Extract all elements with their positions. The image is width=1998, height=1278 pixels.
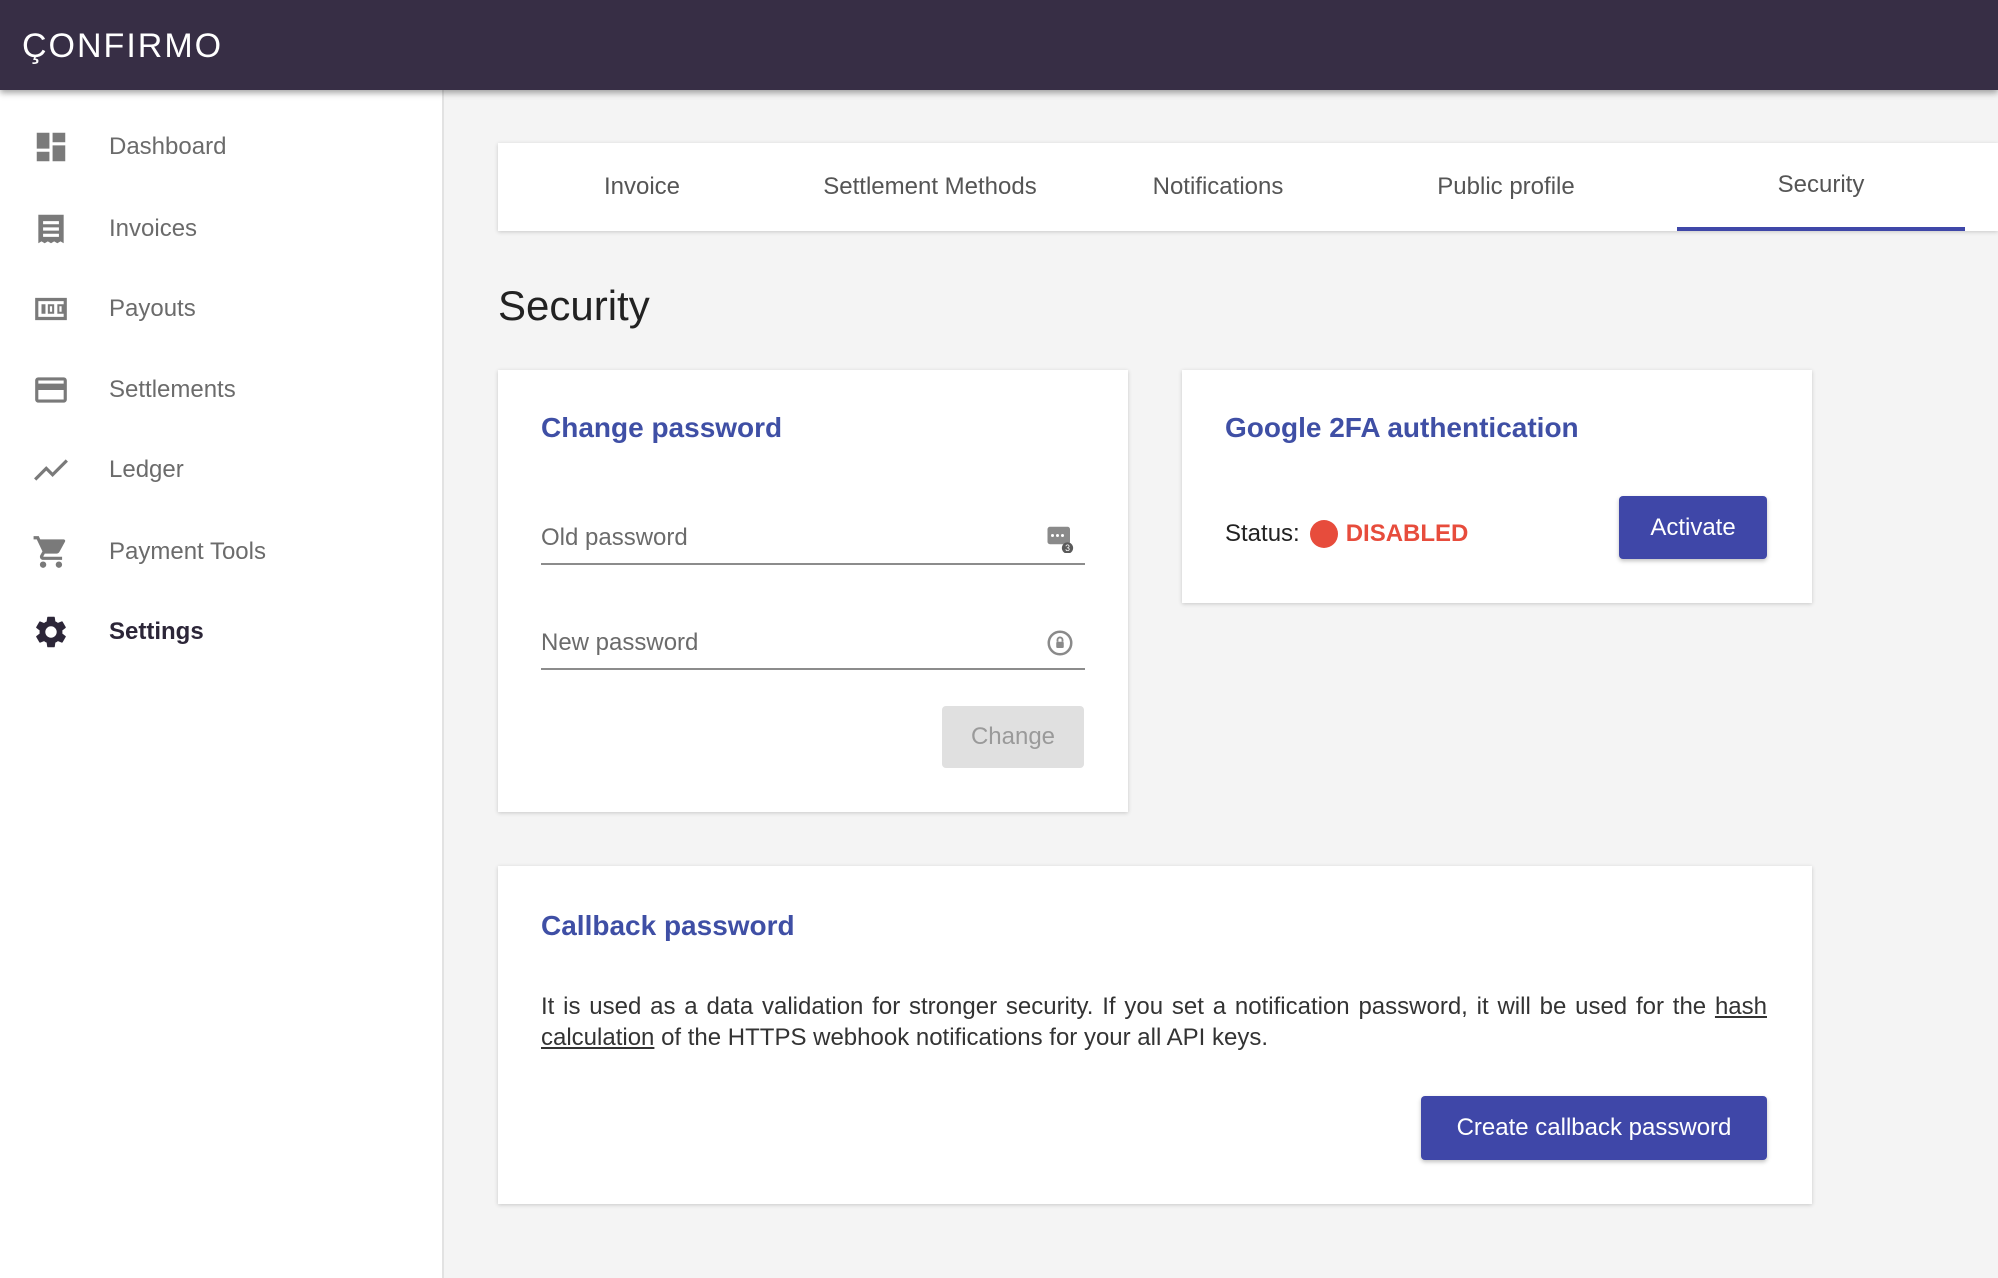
sidebar-item-label: Dashboard (109, 133, 227, 160)
sidebar-item-label: Settlements (109, 376, 236, 403)
tab-security[interactable]: Security (1677, 143, 1965, 231)
svg-text:3: 3 (1065, 543, 1070, 553)
create-callback-password-button[interactable]: Create callback password (1421, 1096, 1767, 1160)
old-password-field[interactable]: 3 (541, 515, 1085, 565)
credit-card-icon (32, 371, 70, 409)
change-password-title: Change password (541, 412, 783, 443)
callback-password-title: Callback password (541, 910, 795, 941)
callback-description: It is used as a data validation for stro… (541, 991, 1767, 1053)
sidebar-item-label: Settings (109, 618, 204, 645)
change-password-button[interactable]: Change (942, 706, 1084, 768)
receipt-icon (32, 210, 70, 248)
sidebar-item-ledger[interactable]: Ledger (0, 435, 444, 505)
sidebar-item-settlements[interactable]: Settlements (0, 355, 444, 425)
activate-2fa-button[interactable]: Activate (1619, 496, 1767, 559)
new-password-input[interactable] (541, 620, 1041, 666)
sidebar-item-label: Ledger (109, 456, 184, 483)
money-icon (32, 290, 70, 328)
callback-password-card: Callback password It is used as a data v… (498, 866, 1812, 1204)
lock-refresh-icon[interactable] (1045, 628, 1075, 658)
old-password-input[interactable] (541, 515, 1041, 561)
new-password-field[interactable] (541, 620, 1085, 670)
tab-invoice[interactable]: Invoice (498, 143, 786, 231)
change-password-card: Change password 3 Change (498, 370, 1128, 812)
status-badge: DISABLED (1345, 520, 1469, 547)
sidebar-item-invoices[interactable]: Invoices (0, 194, 444, 264)
settings-tabs: Invoice Settlement Methods Notifications… (498, 143, 1998, 231)
status-dot-icon (1309, 520, 1338, 548)
sidebar-item-label: Invoices (109, 215, 198, 242)
sidebar-item-payouts[interactable]: Payouts (0, 274, 444, 344)
trending-line-icon (32, 451, 70, 489)
status-label: Status: (1225, 520, 1300, 547)
sidebar-item-label: Payment Tools (109, 538, 266, 565)
cart-icon (32, 533, 70, 571)
sidebar-item-payment-tools[interactable]: Payment Tools (0, 517, 444, 587)
2fa-status: Status: DISABLED (1225, 516, 1468, 552)
google-2fa-card: Google 2FA authentication Status: DISABL… (1182, 370, 1812, 603)
confirmo-logo[interactable]: ÇONFIRMO (22, 26, 223, 66)
callback-description-text: It is used as a data validation for stro… (541, 993, 1715, 1020)
google-2fa-title: Google 2FA authentication (1225, 412, 1579, 443)
sidebar-item-label: Payouts (109, 295, 196, 322)
tab-public-profile[interactable]: Public profile (1362, 143, 1650, 231)
tab-notifications[interactable]: Notifications (1074, 143, 1362, 231)
callback-description-text: of the HTTPS webhook notifications for y… (654, 1024, 1269, 1051)
sidebar-item-settings[interactable]: Settings (0, 597, 444, 667)
top-bar: ÇONFIRMO (0, 0, 1998, 90)
page-title: Security (498, 282, 650, 329)
dashboard-icon (32, 128, 70, 166)
sidebar: Dashboard Invoices Payouts Settlements L… (0, 90, 444, 1278)
gear-icon (32, 613, 70, 651)
tab-settlement-methods[interactable]: Settlement Methods (786, 143, 1074, 231)
sidebar-item-dashboard[interactable]: Dashboard (0, 112, 444, 182)
password-keypad-icon[interactable]: 3 (1045, 523, 1075, 553)
